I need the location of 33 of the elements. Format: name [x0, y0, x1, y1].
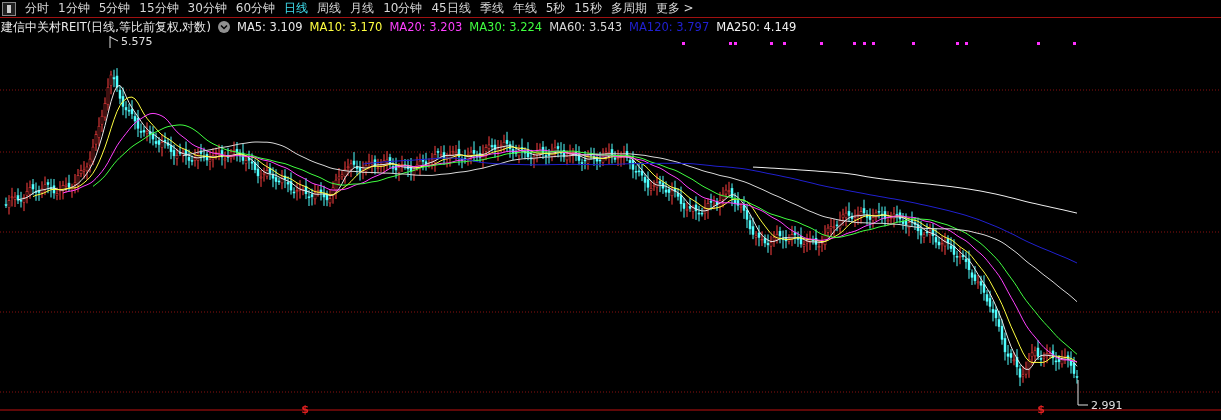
period-tab[interactable]: 年线 [509, 0, 543, 17]
period-tab[interactable]: 5秒 [542, 0, 572, 17]
low-price-label: 2.991 [1091, 399, 1123, 412]
period-tab[interactable]: 月线 [347, 0, 381, 17]
period-tab[interactable]: 5分钟 [95, 0, 137, 17]
dropdown-icon[interactable] [217, 21, 230, 33]
leader-line [109, 36, 119, 49]
high-price-label: 5.575 [121, 36, 153, 48]
period-tab[interactable]: 多周期 [607, 0, 653, 17]
period-tab[interactable]: 周线 [314, 0, 348, 17]
moving-average-value: MA120: 3.797 [629, 20, 710, 34]
period-tab[interactable]: 分时 [22, 0, 55, 17]
period-tab[interactable]: 更多 > [652, 0, 700, 17]
moving-average-value: MA30: 3.224 [469, 20, 543, 34]
period-tab[interactable]: 15分钟 [136, 0, 185, 17]
signal-marker: $ [1037, 403, 1045, 416]
period-tab[interactable]: 30分钟 [184, 0, 233, 17]
period-tab[interactable]: 1分钟 [55, 0, 96, 17]
period-tab[interactable]: 45日线 [428, 0, 477, 17]
panel-toggle-icon[interactable] [2, 1, 16, 16]
moving-average-value: MA20: 3.203 [389, 20, 463, 34]
period-tab[interactable]: 季线 [476, 0, 510, 17]
period-tab[interactable]: 日线 [281, 0, 315, 17]
moving-average-value: MA60: 3.543 [549, 20, 623, 34]
moving-average-value: MA10: 3.170 [309, 20, 383, 34]
signal-marker: $ [301, 403, 309, 416]
period-tab[interactable]: 60分钟 [232, 0, 282, 17]
period-tab[interactable]: 10分钟 [380, 0, 429, 17]
period-tab[interactable]: 15秒 [571, 0, 608, 17]
moving-average-value: MA250: 4.149 [716, 20, 797, 34]
security-title: 建信中关村REIT(日线,等比前复权,对数) [1, 19, 211, 35]
moving-average-value: MA5: 3.109 [236, 20, 303, 34]
leader-line [1077, 379, 1089, 406]
